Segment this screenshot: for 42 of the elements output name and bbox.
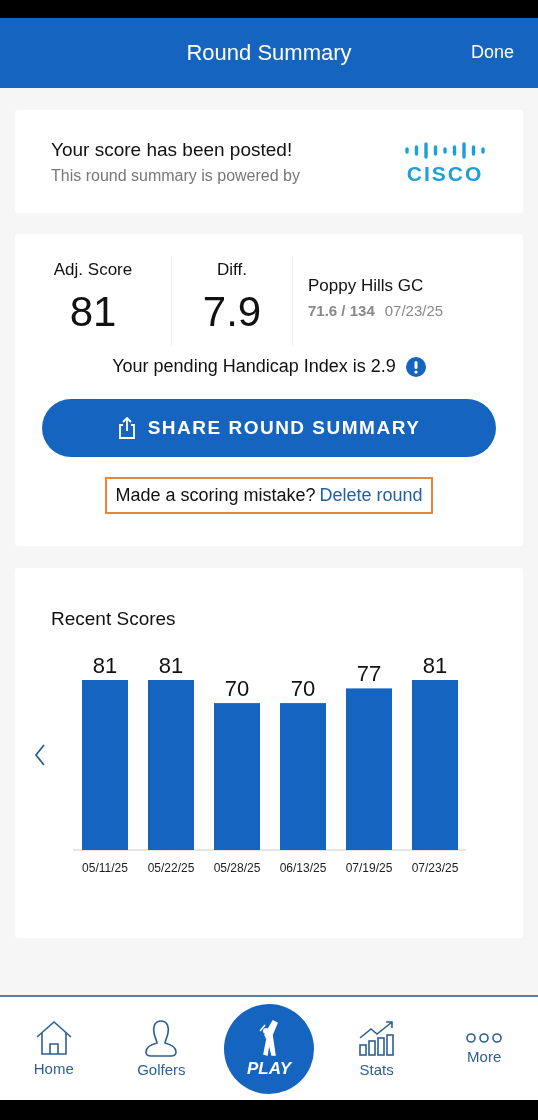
score-value: 81 (69, 288, 117, 336)
date-label: 07/19/25 (345, 861, 393, 875)
powered-by-text: This round summary is powered by (51, 166, 300, 185)
date-label: 05/22/25 (147, 861, 195, 875)
share-icon (117, 416, 136, 440)
info-icon[interactable] (405, 356, 426, 377)
date-label: 05/28/25 (213, 861, 261, 875)
handicap-text: Your pending Handicap Index is 2.9 (112, 356, 396, 377)
screen-title: Round Summary (186, 40, 352, 66)
more-icon (465, 1032, 504, 1044)
chart-icon (357, 1019, 396, 1057)
tab-item[interactable]: More (439, 1032, 530, 1065)
bar-value: 70 (290, 676, 316, 702)
differential-value: 7.9 (202, 288, 262, 336)
tab-item[interactable]: Golfers (116, 1019, 207, 1078)
delete-round-link[interactable]: Delete round (319, 485, 423, 506)
share-button[interactable]: SHARE ROUND SUMMARY (42, 399, 496, 457)
person-icon (145, 1019, 178, 1057)
date-label: 07/23/25 (411, 861, 459, 875)
course-rating: 71.6 / 134 (308, 301, 375, 319)
section-title: Recent Scores (51, 608, 177, 630)
bar-value: 81 (92, 653, 118, 678)
date-label: 06/13/25 (279, 861, 327, 875)
tab-item[interactable]: Stats (331, 1019, 422, 1078)
home-icon (34, 1020, 73, 1056)
date-label: 05/11/25 (82, 861, 128, 875)
bar-value: 81 (422, 653, 448, 678)
done-button[interactable]: Done (470, 42, 514, 63)
bar-value: 77 (356, 661, 382, 687)
logo-text: CISCO (406, 163, 484, 184)
posted-message: Your score has been posted! (51, 138, 294, 161)
mistake-text: Made a scoring mistake? (115, 485, 316, 506)
tab-item[interactable]: Home (8, 1020, 99, 1077)
stat-label: Adj. Score (53, 260, 133, 280)
play-button[interactable]: PLAY (224, 1003, 314, 1094)
bar-value: 81 (158, 653, 184, 678)
course-name: Poppy Hills GC (308, 275, 425, 296)
bar-value: 70 (224, 676, 250, 702)
round-date: 07/23/25 (384, 301, 444, 319)
previous-chevron[interactable] (34, 744, 45, 766)
logo-bars-icon (403, 139, 487, 161)
stat-label: Diff. (217, 260, 247, 280)
